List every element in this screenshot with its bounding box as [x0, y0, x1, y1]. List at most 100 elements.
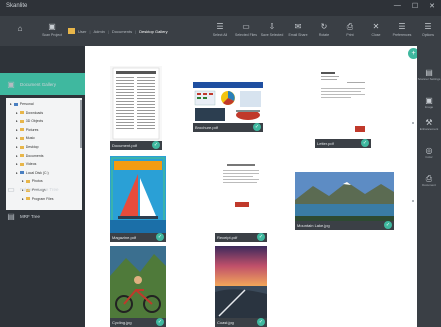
gallery-grid: Document.pdf ✓ Brochure.pdf ✓ Letter.pdf… — [85, 46, 417, 327]
folder-icon — [19, 128, 24, 132]
minimize-icon[interactable]: — — [394, 2, 401, 10]
tree-scrollbar[interactable] — [80, 100, 82, 148]
breadcrumb-item[interactable]: Admin — [94, 29, 105, 34]
tree-item-label: Documents — [25, 153, 44, 158]
panel-divider — [412, 122, 414, 124]
scan-project-button[interactable]: ▣ Scan Project — [40, 22, 64, 37]
gallery-tile[interactable]: Letter.pdf ✓ — [315, 68, 371, 148]
expand-icon[interactable]: ▸ — [16, 171, 18, 175]
close-icon: ✕ — [372, 22, 380, 31]
window-controls: — ☐ ✕ — [394, 2, 435, 10]
panel-divider — [412, 200, 414, 202]
magazine-thumbnail — [110, 156, 166, 233]
save-selected-button[interactable]: ⇩ Save Selected — [260, 22, 284, 37]
gallery-icon: ▣ — [7, 79, 15, 89]
email-share-icon: ✉ — [294, 22, 302, 31]
close-icon[interactable]: ✕ — [429, 2, 435, 10]
tree-item-label: Program Files — [31, 196, 54, 201]
check-icon[interactable]: ✓ — [253, 123, 261, 131]
tree-item[interactable]: ▸ Local Disk (C:) — [16, 171, 49, 175]
sidebar-item-folder-source-tree[interactable]: ▭ Folder Source Tree — [6, 181, 80, 197]
gallery-tile[interactable]: Cycling.jpg ✓ — [110, 246, 166, 327]
receipt-thumbnail — [215, 158, 267, 233]
folder-icon: ▭ — [7, 184, 15, 194]
email-share-button[interactable]: ✉ Email Share — [286, 22, 310, 37]
preferences-icon: ☰ — [398, 22, 406, 31]
expand-icon[interactable]: ▸ — [16, 145, 18, 149]
panel-item-enhancement[interactable]: ⚒ Enhancement — [417, 118, 441, 132]
toolbar: ⌂ ▣ Scan Project User | Admin | Document… — [0, 16, 441, 46]
breadcrumb-item[interactable]: Documents — [112, 29, 132, 34]
sidebar: ▣ Document Gallery ▸ Personal ▸ Downloads ▸ 3… — [0, 46, 85, 327]
tree-item[interactable]: ▸ Desktop — [16, 145, 39, 149]
brochure-thumbnail — [193, 82, 263, 123]
letter-thumbnail — [315, 68, 371, 139]
gallery-tile[interactable]: Coast.jpg ✓ — [215, 246, 267, 327]
panel-item-scanner-settings[interactable]: ▤ Scanner Settings — [417, 68, 441, 82]
gallery-tile[interactable]: Mountain Lake.jpg ✓ — [295, 172, 394, 230]
gallery-tile[interactable]: Brochure.pdf ✓ — [193, 82, 263, 132]
check-icon[interactable]: ✓ — [361, 139, 369, 147]
select-all-icon: ☰ — [216, 22, 224, 31]
close-button[interactable]: ✕ Close — [364, 22, 388, 37]
home-button[interactable]: ⌂ — [8, 24, 32, 35]
tree-item-label: Music — [25, 136, 35, 141]
print-button[interactable]: ⎙ Print — [338, 22, 362, 37]
tree-item[interactable]: ▸ Downloads — [16, 111, 43, 115]
tree-item[interactable]: ▸ Pictures — [16, 128, 38, 132]
selected-files-button[interactable]: ▭ Selected Files — [234, 22, 258, 37]
expand-icon[interactable]: ▸ — [16, 128, 18, 132]
tree-item[interactable]: ▸ 3D Objects — [16, 119, 43, 123]
breadcrumb-current[interactable]: Desktop Gallery — [139, 29, 167, 34]
check-icon[interactable]: ✓ — [384, 221, 392, 229]
tree-item-label: Desktop — [25, 145, 39, 149]
tree-item-label: 3D Objects — [25, 119, 44, 124]
breadcrumb-item[interactable]: User — [78, 29, 86, 34]
folder-icon — [19, 119, 24, 123]
tree-item[interactable]: ▸ Music — [16, 136, 35, 140]
maximize-icon[interactable]: ☐ — [412, 2, 418, 10]
expand-icon[interactable]: ▸ — [16, 154, 18, 158]
tree-item[interactable]: ▸ Documents — [16, 154, 43, 158]
rotate-icon: ↻ — [320, 22, 328, 31]
expand-icon[interactable]: ▸ — [16, 111, 18, 115]
panel-item-image[interactable]: ▣ Image — [417, 96, 441, 110]
select-all-button[interactable]: ☰ Select All — [208, 22, 232, 37]
folder-icon — [19, 171, 24, 175]
panel-item-color[interactable]: ◎ Color — [417, 146, 441, 160]
rotate-button[interactable]: ↻ Rotate — [312, 22, 336, 37]
options-icon: ☰ — [424, 22, 432, 31]
gallery-tile[interactable]: Magazine.pdf ✓ — [110, 156, 166, 242]
tree-item-label: Personal — [19, 102, 34, 106]
check-icon[interactable]: ✓ — [257, 318, 265, 326]
tree-item-label: Local Disk (C:) — [25, 170, 49, 175]
expand-icon[interactable]: ▸ — [16, 119, 18, 123]
gallery-tile[interactable]: Document.pdf ✓ — [110, 66, 162, 150]
lake-photo-thumbnail — [295, 172, 394, 221]
check-icon[interactable]: ✓ — [152, 141, 160, 149]
home-icon: ⌂ — [17, 24, 23, 33]
expand-icon[interactable]: ▸ — [16, 162, 18, 166]
check-icon[interactable]: ✓ — [257, 233, 265, 241]
sidebar-item-document-gallery-label: ▣ Document Gallery — [7, 79, 57, 89]
check-icon[interactable]: ✓ — [156, 318, 164, 326]
right-panel: ▤ Scanner Settings ▣ Image ⚒ Enhancement ◎ Colo… — [417, 46, 441, 327]
gallery-tile[interactable]: Receipt.pdf ✓ — [215, 158, 267, 242]
panel-item-document[interactable]: ⎙ Document — [417, 174, 441, 188]
tree-item[interactable]: ▸ Videos — [16, 162, 36, 166]
window-title: Skanlite — [6, 3, 28, 9]
expand-icon[interactable]: ▸ — [16, 136, 18, 140]
sidebar-item-mrf-tree[interactable]: ▤ MRF Tree — [6, 208, 80, 224]
expand-icon[interactable]: ▸ — [10, 102, 12, 106]
cycling-photo-thumbnail — [110, 246, 166, 318]
scanner-icon: ▣ — [48, 22, 56, 31]
options-button[interactable]: ☰ Options — [416, 22, 440, 37]
expand-icon[interactable]: ▸ — [22, 197, 24, 201]
coast-photo-thumbnail — [215, 246, 267, 318]
tree-item[interactable]: ▸ Program Files — [22, 197, 54, 201]
check-icon[interactable]: ✓ — [156, 233, 164, 241]
tree-item[interactable]: ▸ Personal — [10, 102, 34, 106]
preferences-button[interactable]: ☰ Preferences — [390, 22, 414, 37]
save-selected-icon: ⇩ — [268, 22, 276, 31]
toolbar-actions: ☰ Select All ▭ Selected Files ⇩ Save Selected… — [208, 22, 441, 37]
